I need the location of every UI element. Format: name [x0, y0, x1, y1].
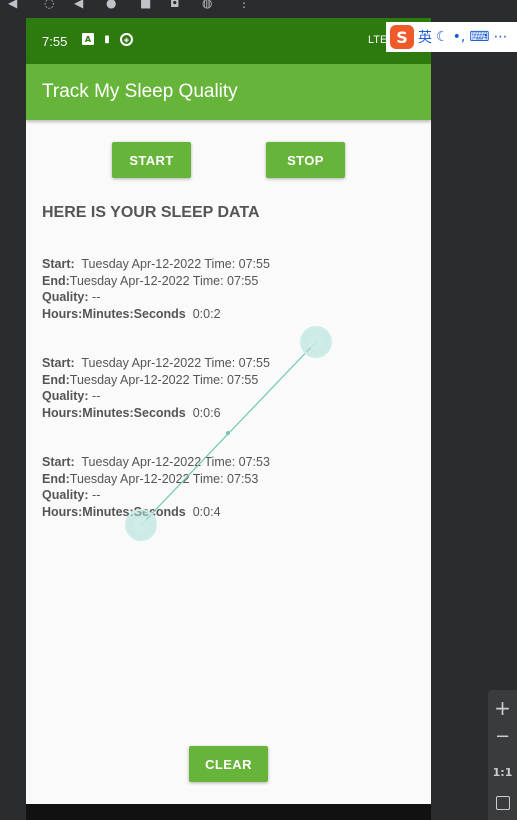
quality-label: Quality: [42, 488, 89, 502]
punctuation-icon[interactable]: •, [453, 29, 466, 45]
start-value: Tuesday Apr-12-2022 Time: 07:55 [81, 356, 270, 370]
quality-label: Quality: [42, 389, 89, 403]
clear-button[interactable]: CLEAR [189, 746, 268, 782]
a-notification-icon: A [82, 33, 94, 45]
zoom-out-button[interactable]: − [488, 726, 517, 747]
quality-value: -- [92, 488, 101, 502]
emulator-home-icon[interactable]: ● [106, 0, 116, 10]
start-value: Tuesday Apr-12-2022 Time: 07:53 [81, 455, 270, 469]
fit-screen-icon[interactable] [496, 796, 510, 810]
sleep-record: Start: Tuesday Apr-12-2022 Time: 07:53 E… [42, 454, 422, 553]
navigation-bar [26, 804, 431, 820]
status-time: 7:55 [42, 34, 68, 49]
ime-menu-icon[interactable]: ⋯ [494, 29, 508, 45]
end-value: Tuesday Apr-12-2022 Time: 07:55 [69, 273, 259, 288]
emulator-toolbar: ◀ ◌ ◀ ● ■ ◘ ◍ ⋮ [0, 0, 517, 10]
start-value: Tuesday Apr-12-2022 Time: 07:55 [81, 257, 270, 271]
quality-value: -- [92, 389, 101, 403]
phone-screen: 7:55 A ▮ ◈ LTE Track My Sleep Quality ST… [26, 18, 431, 820]
app-title: Track My Sleep Quality [42, 81, 238, 102]
actual-size-button[interactable]: 1:1 [488, 766, 517, 779]
ime-toolbar: S 英 ☾ •, ⌨ ⋯ [386, 22, 517, 52]
zoom-in-button[interactable]: + [488, 696, 517, 720]
sleep-record: Start: Tuesday Apr-12-2022 Time: 07:55 E… [42, 256, 422, 355]
emulator-zoom-icon[interactable]: ◍ [202, 0, 212, 10]
moon-icon[interactable]: ☾ [436, 29, 449, 45]
emulator-nav-back-icon[interactable]: ◀ [74, 0, 83, 10]
app-bar: Track My Sleep Quality [26, 64, 431, 120]
emulator-camera-icon[interactable]: ◘ [170, 0, 180, 10]
duration-label: Hours:Minutes:Seconds [42, 405, 186, 420]
emulator-more-icon[interactable]: ⋮ [238, 0, 250, 10]
quality-label: Quality: [42, 290, 89, 304]
end-label: End: [42, 273, 70, 288]
status-bar: 7:55 A ▮ ◈ LTE [26, 18, 431, 64]
quality-value: -- [92, 290, 101, 304]
emulator-rotate-icon[interactable]: ◌ [44, 0, 54, 10]
sleep-data-heading: HERE IS YOUR SLEEP DATA [42, 204, 260, 221]
sogou-logo-icon[interactable]: S [390, 25, 414, 49]
end-label: End: [42, 372, 70, 387]
start-label: Start: [42, 257, 75, 271]
duration-value: 0:0:6 [192, 405, 221, 420]
end-value: Tuesday Apr-12-2022 Time: 07:55 [69, 372, 259, 387]
emulator-back-icon[interactable]: ◀ [8, 0, 17, 10]
stop-button[interactable]: STOP [266, 142, 345, 178]
emulator-zoom-panel: + − 1:1 [488, 690, 517, 820]
end-value: Tuesday Apr-12-2022 Time: 07:53 [69, 471, 259, 486]
keyboard-icon[interactable]: ⌨ [469, 29, 489, 45]
emulator-overview-icon[interactable]: ■ [140, 0, 151, 10]
end-label: End: [42, 471, 70, 486]
sync-icon: ◈ [120, 33, 133, 46]
network-indicator: LTE [368, 34, 388, 46]
duration-label: Hours:Minutes:Seconds [42, 504, 186, 519]
status-icons: A ▮ ◈ [82, 33, 133, 46]
ime-language-toggle[interactable]: 英 [418, 27, 432, 47]
start-label: Start: [42, 356, 75, 370]
start-button[interactable]: START [112, 142, 191, 178]
sleep-record: Start: Tuesday Apr-12-2022 Time: 07:55 E… [42, 355, 422, 454]
duration-label: Hours:Minutes:Seconds [42, 306, 186, 321]
start-label: Start: [42, 455, 75, 469]
duration-value: 0:0:4 [192, 504, 221, 519]
sd-card-icon: ▮ [104, 33, 110, 45]
sleep-records-list: Start: Tuesday Apr-12-2022 Time: 07:55 E… [42, 256, 422, 553]
duration-value: 0:0:2 [192, 306, 221, 321]
